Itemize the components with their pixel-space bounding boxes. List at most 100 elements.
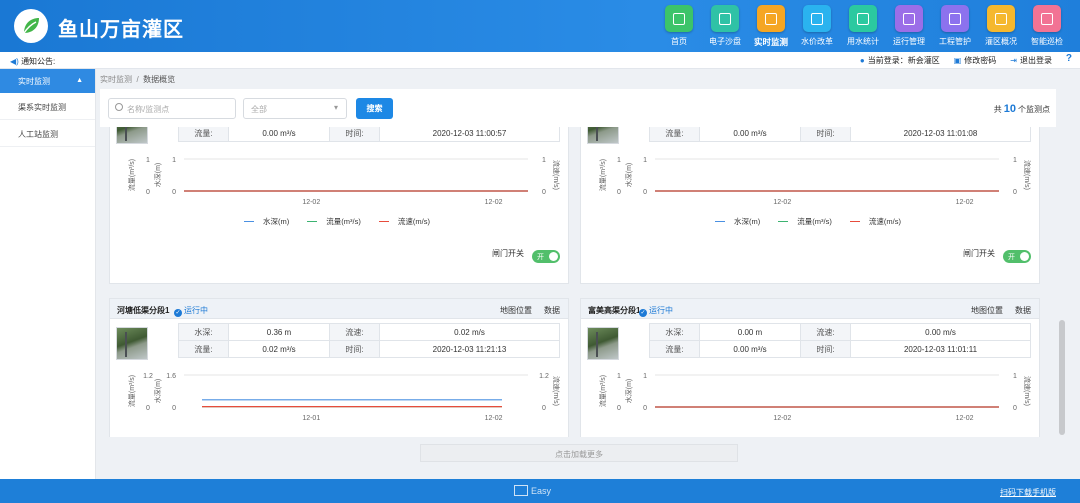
time-label: 时间: [800,340,851,358]
help-icon[interactable]: ? [1066,53,1072,64]
nav-item-8[interactable]: 智能巡检 [1024,5,1070,48]
sidebar-item-canal-monitor[interactable]: 渠系实时监测 [0,93,95,120]
station-photo[interactable] [587,127,619,144]
y-axis-label: 流量(m³/s) [127,159,136,191]
y2-tick-label: 1 [542,157,546,164]
map-location-link[interactable]: 地图位置 [971,306,1003,315]
nav-label: 电子沙盘 [709,37,741,46]
nav-item-0[interactable]: 首页 [656,5,702,48]
y2-tick-label: 1.2 [539,373,549,380]
sidebar-item-manual-station[interactable]: 人工站监测 [0,120,95,147]
breadcrumb-realtime[interactable]: 实时监测 [100,75,132,84]
lock-icon: ▣ [953,56,962,65]
logout-icon: ⇥ [1010,56,1017,65]
nav-item-6[interactable]: 工程管护 [932,5,978,48]
status-badge: ✓ 运行中 [639,306,673,317]
category-select[interactable]: 全部 ▾ [243,98,347,119]
y-tick-label: 0 [643,189,647,196]
velocity-value: 0.02 m/s [379,323,560,341]
y2-axis-label: 流速(m/s) [1023,160,1032,190]
sidebar: 实时监测 ▲ 渠系实时监测 人工站监测 [0,69,96,479]
time-label: 时间: [329,340,380,358]
nav-item-3[interactable]: 水价改革 [794,5,840,48]
check-icon: ✓ [639,309,647,317]
x-tick-label: 12-02 [956,415,974,422]
search-button[interactable]: 搜索 [356,98,393,119]
y2-tick-label: 0 [1013,189,1017,196]
gate-toggle[interactable]: 开 [1003,250,1031,263]
change-password-link[interactable]: ▣ 修改密码 [954,55,997,66]
time-label: 时间: [329,127,380,142]
filter-bar: 名称/监测点 全部 ▾ 搜索 共 10 个监测点 [100,89,1056,127]
logout-link[interactable]: ⇥ 退出登录 [1010,55,1052,66]
sidebar-head-realtime[interactable]: 实时监测 ▲ [0,69,95,93]
check-icon: ✓ [174,309,182,317]
trend-chart: 1.2 0 1.6 0 1.2 0 流量(m³/s) 水深(m) 流速(m/s) 12-01 12-… [127,373,561,422]
y-axis-label: 水深(m) [624,379,633,404]
flow-label: 流量: [178,127,229,142]
y-tick-label: 1 [146,157,150,164]
search-input[interactable]: 名称/监测点 [108,98,236,119]
document-icon [849,5,877,32]
status-badge: ✓ 运行中 [174,306,208,317]
legend-item[interactable]: 水深(m) [715,217,766,226]
flow-label: 流量: [649,127,700,142]
legend-item[interactable]: 流量(m³/s) [778,217,838,226]
data-link[interactable]: 数据 [544,306,560,315]
station-photo[interactable] [587,327,619,360]
flow-value: 0.00 m³/s [699,340,801,358]
velocity-label: 流速: [800,323,851,341]
time-value: 2020-12-03 11:00:57 [379,127,560,142]
nav-label: 用水统计 [847,37,879,46]
monitor-card: 河塘低渠分段1 ✓ 运行中 地图位置 数据 水深: 0.36 m 流速: 0.02 m/s 流量:… [109,298,569,437]
y-axis-label: 水深(m) [153,379,162,404]
station-photo[interactable] [116,327,148,360]
chart-legend: 水深(m) 流量(m³/s) 流速(m/s) [110,216,570,227]
y-tick-label: 0 [146,405,150,412]
nav-item-1[interactable]: 电子沙盘 [702,5,748,48]
legend-item[interactable]: 流速(m/s) [378,217,436,226]
legend-item[interactable]: 流量(m³/s) [307,217,367,226]
y-tick-label: 1 [617,157,621,164]
home-monitor-icon [665,5,693,32]
nav-label: 智能巡检 [1031,37,1063,46]
station-photo[interactable] [116,127,148,144]
nav-label: 水价改革 [801,37,833,46]
legend-item[interactable]: 流速(m/s) [849,217,907,226]
scrollbar[interactable] [1059,320,1065,435]
station-name: 河塘低渠分段1 [117,306,170,315]
y-tick-label: 1 [643,157,647,164]
flow-label: 流量: [178,340,229,358]
brand-logo: Easy [514,485,551,496]
legend-item[interactable]: 水深(m) [244,217,295,226]
load-more-button[interactable]: 点击加载更多 [420,444,738,462]
user-icon: ● [859,56,865,65]
time-value: 2020-12-03 11:21:13 [379,340,560,358]
breadcrumb-current: 数据概览 [143,75,176,84]
nav-item-7[interactable]: 灌区概况 [978,5,1024,48]
touch-icon [711,5,739,32]
nav-item-5[interactable]: 运行管理 [886,5,932,48]
download-app-link[interactable]: 扫码下载手机版 [1000,487,1056,498]
flow-label: 流量: [649,340,700,358]
gate-toggle[interactable]: 开 [532,250,560,263]
metrics-table: 水深:0.00 m流速:0.00 m/s流量:0.00 m³/s时间:2020-… [178,127,560,142]
top-nav: 首页 电子沙盘 实时监测 水价改革 用水统计 运行管理 工程管护 灌区概况 智能巡检 [656,5,1070,48]
y2-tick-label: 1 [1013,373,1017,380]
nav-item-2[interactable]: 实时监测 [748,5,794,48]
velocity-label: 流速: [329,323,380,341]
map-location-link[interactable]: 地图位置 [500,306,532,315]
data-link[interactable]: 数据 [1015,306,1031,315]
nav-label: 首页 [671,37,687,46]
y-tick-label: 0 [617,405,621,412]
y2-tick-label: 0 [542,189,546,196]
card-header: 富美高渠分段1 ✓ 运行中 地图位置 数据 [581,299,1039,319]
nav-item-4[interactable]: 用水统计 [840,5,886,48]
trend-chart: 1 0 1 0 1 0 流量(m³/s) 水深(m) 流速(m/s) 12-02 12-02 [127,157,561,206]
x-tick-label: 12-02 [485,199,503,206]
y2-axis-label: 流速(m/s) [552,160,561,190]
top-header: 鱼山万亩灌区 首页 电子沙盘 实时监测 水价改革 用水统计 运行管理 工程管护 灌区概况 智能巡… [0,0,1080,52]
y-tick-label: 1.2 [143,373,153,380]
y2-tick-label: 1 [1013,157,1017,164]
gate-switch: 闸门开关开 [492,248,560,263]
